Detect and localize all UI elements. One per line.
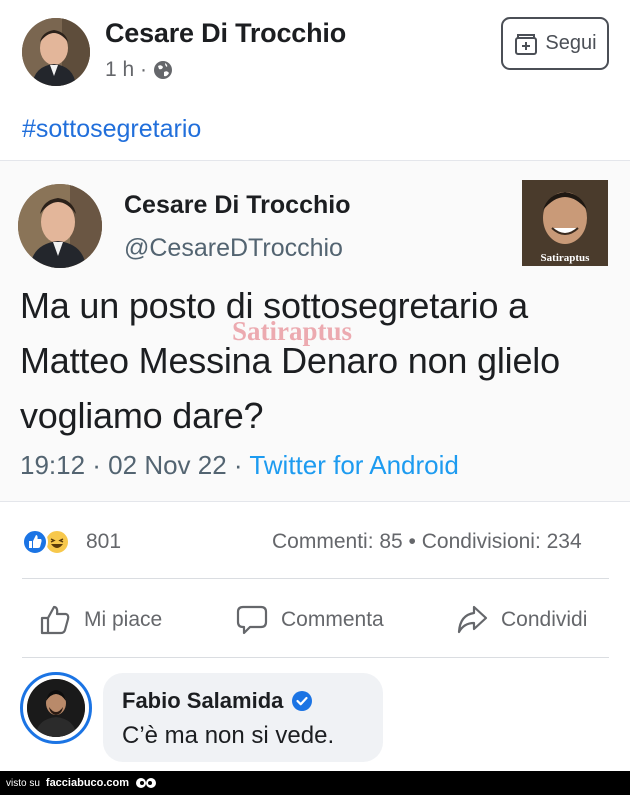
post-time: 1 h · (105, 58, 148, 81)
tweet-date: 19:12 · 02 Nov 22 · (20, 450, 250, 480)
facciabuco-logo-icon (136, 778, 157, 788)
satiraptus-thumbnail: Satiraptus (522, 180, 608, 266)
hashtag-link[interactable]: #sottosegretario (22, 115, 201, 144)
tweet-author-avatar (18, 184, 102, 268)
tweet-author-name: Cesare Di Trocchio (124, 191, 351, 219)
reaction-count[interactable]: 801 (86, 530, 121, 554)
tweet-source: Twitter for Android (249, 450, 459, 480)
like-label: Mi piace (84, 608, 163, 631)
tweet-text: Ma un posto di sottosegretario a Matteo … (20, 285, 560, 436)
share-label: Condividi (501, 608, 588, 631)
post-author-name[interactable]: Cesare Di Trocchio (105, 18, 346, 49)
commenter-avatar[interactable] (27, 679, 85, 737)
comment-bubble-icon (236, 605, 268, 635)
facciabuco-footer: visto su facciabuco.com (0, 771, 630, 795)
comment-text: C’è ma non si vede. (122, 722, 335, 749)
like-reaction-icon[interactable] (22, 529, 48, 555)
tweet-handle: @CesareDTrocchio (124, 234, 343, 262)
globe-icon (154, 61, 173, 79)
verified-badge-icon (292, 691, 313, 711)
post-timestamp: 1 h · (105, 58, 173, 82)
divider (22, 578, 609, 579)
share-arrow-icon (457, 605, 488, 634)
engagement-stats[interactable]: Commenti: 85 • Condivisioni: 234 (272, 530, 582, 554)
like-button[interactable]: Mi piace (38, 600, 162, 640)
divider (22, 657, 609, 658)
thumbnail-watermark: Satiraptus (540, 252, 590, 264)
share-button[interactable]: Condividi (455, 600, 587, 640)
add-friend-icon (515, 33, 538, 55)
follow-label: Segui (545, 32, 597, 54)
tweet-metadata: 19:12 · 02 Nov 22 · Twitter for Android (20, 450, 459, 481)
post-author-avatar[interactable] (22, 18, 90, 86)
thumbs-up-icon (40, 605, 70, 635)
follow-button[interactable]: Segui (501, 17, 609, 70)
comment-button[interactable]: Commenta (235, 600, 384, 640)
footer-prefix: visto su (6, 777, 40, 789)
footer-site[interactable]: facciabuco.com (46, 777, 129, 789)
commenter-name-text: Fabio Salamida (122, 688, 284, 713)
satiraptus-watermark: Satiraptus (232, 316, 353, 346)
comment-label: Commenta (281, 608, 384, 631)
commenter-name[interactable]: Fabio Salamida (122, 688, 313, 714)
